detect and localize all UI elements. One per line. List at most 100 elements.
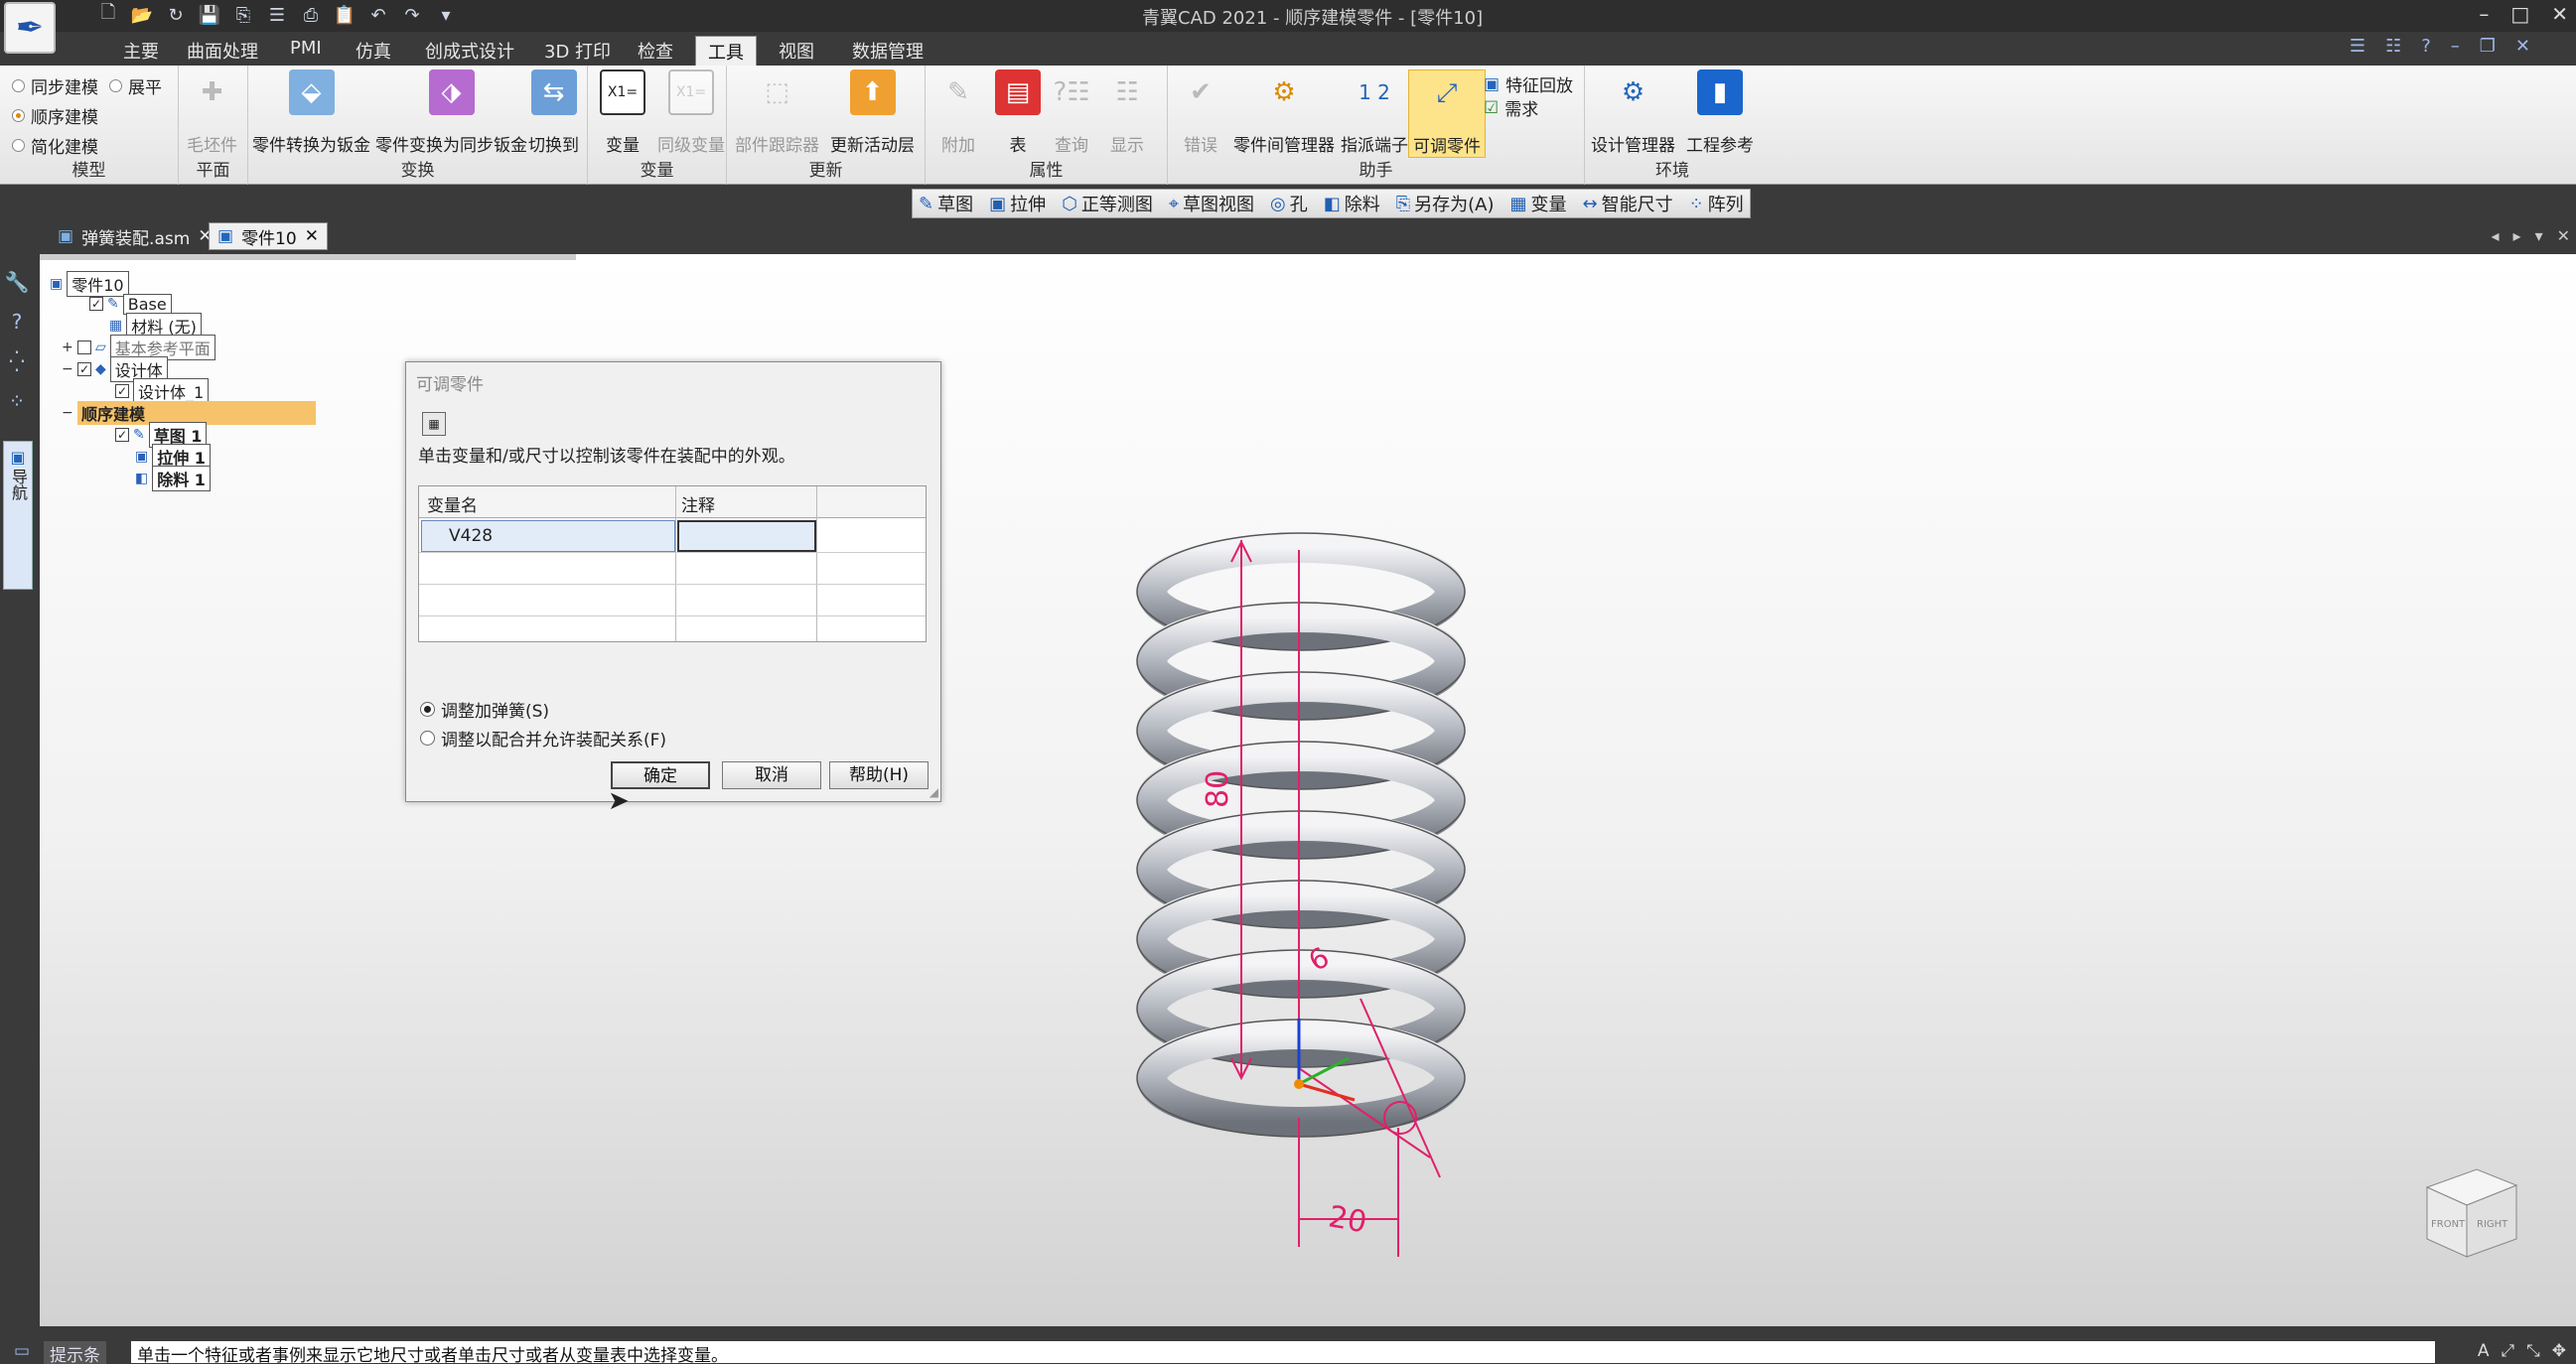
list-icon[interactable]: ☰ bbox=[264, 2, 290, 28]
tab-surfacing[interactable]: 曲面处理 bbox=[175, 36, 270, 66]
variable-name-cell[interactable]: V428 bbox=[449, 526, 493, 546]
errors-button[interactable]: ✔ 错误 bbox=[1178, 69, 1223, 156]
feature-playback-button[interactable]: ▣ 特征回放 bbox=[1484, 71, 1573, 97]
engineering-reference-button[interactable]: ▮ 工程参考 bbox=[1686, 69, 1754, 156]
close-tab-icon[interactable]: ✕ bbox=[305, 226, 319, 246]
font-size-icon[interactable]: A bbox=[2478, 1341, 2490, 1361]
close-button[interactable]: ✕ bbox=[2551, 2, 2568, 26]
tab-home[interactable]: 主要 bbox=[111, 36, 171, 66]
tab-close-all-icon[interactable]: ✕ bbox=[2557, 226, 2570, 245]
tab-list-icon[interactable]: ▾ bbox=[2535, 226, 2543, 245]
part-to-sync-sheetmetal-button[interactable]: ⬗ 零件变换为同步钣金 bbox=[375, 69, 527, 156]
app-logo-icon[interactable]: ✒ bbox=[4, 2, 56, 54]
tool-icon[interactable]: 🔧 bbox=[3, 270, 31, 298]
cmd-variables[interactable]: ▦ 变量 bbox=[1509, 191, 1566, 216]
cmd-isometric[interactable]: ⬡ 正等测图 bbox=[1062, 191, 1153, 216]
open-icon[interactable]: 📂 bbox=[129, 2, 155, 28]
minimize-ribbon-icon[interactable]: – bbox=[2451, 36, 2460, 57]
view-navcube[interactable]: FRONT RIGHT bbox=[2417, 1158, 2526, 1267]
playback-icon: ▣ bbox=[1484, 73, 1501, 94]
dim-height[interactable]: 80 bbox=[1201, 770, 1235, 808]
cmd-extrude[interactable]: ▣ 拉伸 bbox=[989, 191, 1046, 216]
tab-3d-print[interactable]: 3D 打印 bbox=[532, 36, 623, 66]
column-comment[interactable]: 注释 bbox=[681, 491, 715, 516]
pan-icon[interactable]: ✥ bbox=[2552, 1341, 2566, 1361]
features-icon[interactable]: ⁘ bbox=[3, 389, 31, 417]
help-icon[interactable]: ? bbox=[2421, 36, 2431, 57]
pathfinder-panel-tab[interactable]: ▣ 导航 bbox=[3, 441, 33, 590]
cancel-button[interactable]: 取消 bbox=[722, 761, 821, 789]
blank-part-button[interactable]: ✚ 毛坯件 bbox=[187, 69, 237, 156]
requirements-button[interactable]: ☑ 需求 bbox=[1484, 95, 1538, 121]
interpart-manager-button[interactable]: ⚙ 零件间管理器 bbox=[1233, 69, 1335, 156]
doc-tab-part10[interactable]: ▣ 零件10 ✕ bbox=[209, 222, 328, 250]
tab-view[interactable]: 视图 bbox=[767, 36, 826, 66]
undo-icon[interactable]: ↶ bbox=[365, 2, 391, 28]
attach-button[interactable]: ✎ 附加 bbox=[935, 69, 981, 156]
tab-tools[interactable]: 工具 bbox=[695, 36, 757, 66]
radio-adjust-fit[interactable]: 调整以配合并允许装配关系(F) bbox=[420, 726, 666, 750]
tab-inspect[interactable]: 检查 bbox=[626, 36, 685, 66]
assign-terminal-button[interactable]: 1 2 指派端子 bbox=[1341, 69, 1408, 156]
update-active-layer-button[interactable]: ⬆ 更新活动层 bbox=[830, 69, 915, 156]
adjustable-part-button[interactable]: ⤢ 可调零件 bbox=[1408, 69, 1486, 158]
layers-icon[interactable]: ⁛ bbox=[3, 349, 31, 377]
command-strip: ✎ 草图 ▣ 拉伸 ⬡ 正等测图 ⌖ 草图视图 ◎ 孔 ◧ 除料 ⎘ 另存为(A) ▦ 变量 ↔… bbox=[912, 189, 1751, 218]
tab-pmi[interactable]: PMI bbox=[278, 36, 334, 66]
tab-generative-design[interactable]: 创成式设计 bbox=[413, 36, 526, 66]
peer-variables-button[interactable]: X1= 同级变量 bbox=[657, 69, 725, 156]
help-side-icon[interactable]: ? bbox=[3, 310, 31, 338]
save-icon[interactable]: 💾 bbox=[197, 2, 222, 28]
doc-tab-assembly[interactable]: ▣ 弹簧装配.asm ✕ bbox=[50, 222, 220, 250]
dim-width[interactable]: 20 bbox=[1326, 1199, 1369, 1240]
save-all-icon[interactable]: ⎘ bbox=[230, 2, 256, 28]
tab-right-icon[interactable]: ▸ bbox=[2513, 226, 2521, 245]
help-button[interactable]: 帮助(H) bbox=[829, 761, 929, 789]
layout-icon[interactable]: ☰ bbox=[2350, 36, 2365, 57]
maximize-button[interactable]: □ bbox=[2510, 2, 2529, 26]
tab-simulation[interactable]: 仿真 bbox=[344, 36, 403, 66]
status-icon: ▭ bbox=[14, 1341, 31, 1361]
query-button[interactable]: ?☷ 查询 bbox=[1049, 69, 1094, 156]
variables-button[interactable]: X1= 变量 bbox=[600, 69, 645, 156]
column-variable-name[interactable]: 变量名 bbox=[427, 491, 478, 516]
cmd-cut[interactable]: ◧ 除料 bbox=[1324, 191, 1380, 216]
display-button[interactable]: ☷ 显示 bbox=[1104, 69, 1150, 156]
part-to-sheetmetal-button[interactable]: ⬙ 零件转换为钣金 bbox=[252, 69, 370, 156]
part-tracker-button[interactable]: ⬚ 部件跟踪器 bbox=[735, 69, 819, 156]
variable-table-icon[interactable]: ▦ bbox=[422, 412, 446, 436]
radio-adjust-spring[interactable]: 调整加弹簧(S) bbox=[420, 697, 549, 722]
options-icon[interactable]: ☷ bbox=[2385, 36, 2401, 57]
cmd-save-as[interactable]: ⎘ 另存为(A) bbox=[1396, 191, 1495, 216]
switch-to-button[interactable]: ⇆ 切换到 bbox=[528, 69, 579, 156]
cmd-sketch-view[interactable]: ⌖ 草图视图 bbox=[1169, 191, 1254, 216]
design-manager-button[interactable]: ⚙ 设计管理器 bbox=[1591, 69, 1675, 156]
display-icon: ☷ bbox=[1115, 77, 1139, 107]
opt-simplified-modeling[interactable]: 简化建模 bbox=[12, 133, 98, 158]
zoom-icon[interactable]: ⤢ bbox=[2502, 1341, 2515, 1361]
cmd-smart-dimension[interactable]: ↔ 智能尺寸 bbox=[1582, 191, 1672, 216]
comment-cell[interactable] bbox=[677, 520, 816, 552]
cmd-hole[interactable]: ◎ 孔 bbox=[1270, 191, 1308, 216]
redo-icon[interactable]: ↷ bbox=[399, 2, 425, 28]
cmd-pattern[interactable]: ⁘ 阵列 bbox=[1689, 191, 1744, 216]
minimize-button[interactable]: – bbox=[2479, 2, 2489, 26]
restore-icon[interactable]: ❐ bbox=[2480, 36, 2496, 57]
recent-icon[interactable]: ↻ bbox=[163, 2, 189, 28]
opt-sync-modeling[interactable]: 同步建模 bbox=[12, 73, 98, 98]
fit-icon[interactable]: ⤡ bbox=[2526, 1341, 2540, 1361]
coil-turn bbox=[1137, 1020, 1465, 1137]
opt-sequential-modeling[interactable]: 顺序建模 bbox=[12, 103, 98, 128]
new-file-icon[interactable]: 🗋 bbox=[95, 2, 121, 28]
print-icon[interactable]: ⎙ bbox=[298, 2, 324, 28]
close-doc-icon[interactable]: ✕ bbox=[2515, 36, 2530, 57]
resize-grip-icon[interactable]: ◢ bbox=[930, 785, 938, 799]
customize-icon[interactable]: ▾ bbox=[433, 2, 459, 28]
cmd-sketch[interactable]: ✎ 草图 bbox=[919, 191, 973, 216]
table-button[interactable]: ▤ 表 bbox=[995, 69, 1041, 156]
tab-data-management[interactable]: 数据管理 bbox=[840, 36, 935, 66]
tab-left-icon[interactable]: ◂ bbox=[2492, 226, 2500, 245]
ok-button[interactable]: 确定 bbox=[611, 761, 710, 789]
opt-flatten[interactable]: 展平 bbox=[109, 73, 162, 98]
clipboard-icon[interactable]: 📋 bbox=[332, 2, 358, 28]
